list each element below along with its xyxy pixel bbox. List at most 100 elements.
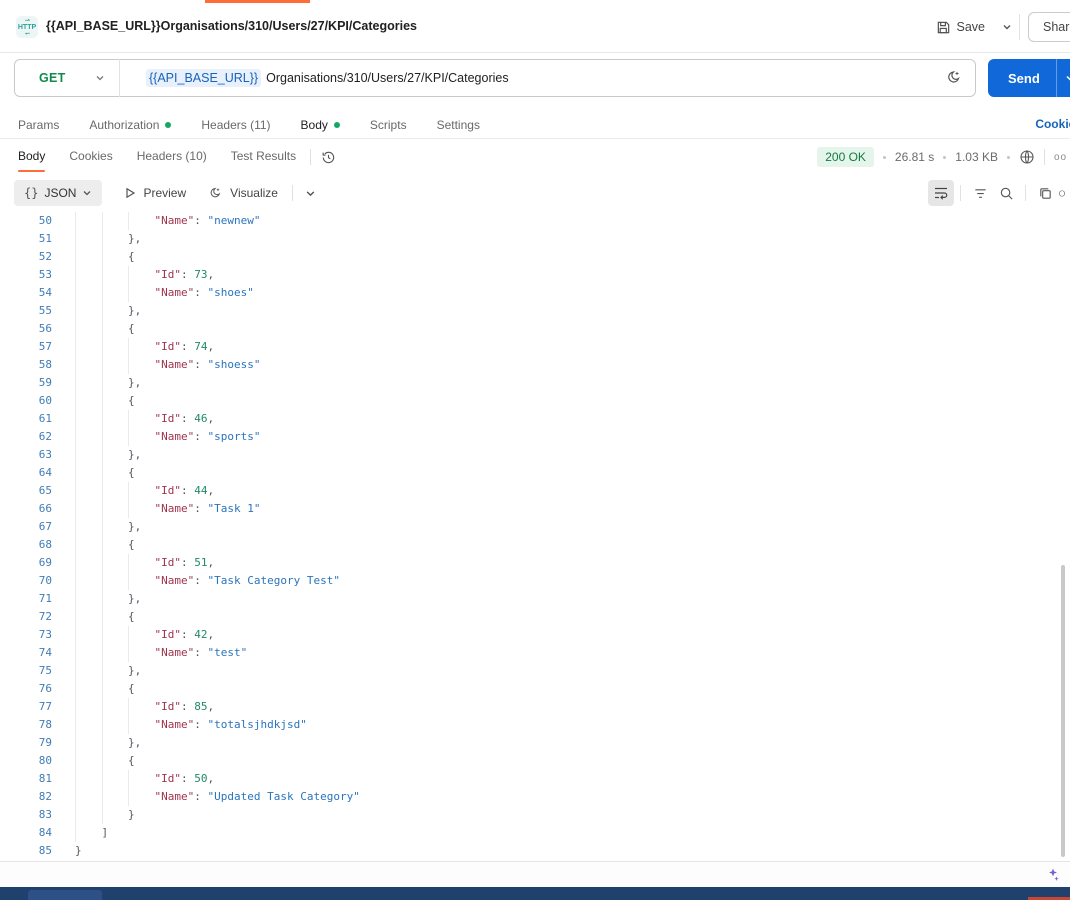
response-time[interactable]: 26.81 s: [895, 150, 934, 164]
line-number[interactable]: 66: [0, 500, 52, 518]
line-number[interactable]: 70: [0, 572, 52, 590]
share-button[interactable]: Share: [1028, 12, 1070, 42]
search-button[interactable]: [993, 180, 1019, 206]
line-number[interactable]: 67: [0, 518, 52, 536]
request-tab-settings[interactable]: Settings: [437, 118, 480, 132]
format-chevron-icon: [84, 191, 91, 196]
line-number[interactable]: 74: [0, 644, 52, 662]
line-number[interactable]: 58: [0, 356, 52, 374]
send-options-chevron-icon[interactable]: [1055, 59, 1070, 97]
request-tab-params[interactable]: Params: [18, 118, 59, 132]
code-line: 68 {: [0, 536, 1070, 554]
response-header: Body Cookies Headers (10) Test Results 200 …: [0, 142, 1070, 172]
indent-guide: [128, 212, 155, 230]
indent-guide: [75, 644, 102, 662]
line-number[interactable]: 73: [0, 626, 52, 644]
json-token-s: "newnew": [207, 214, 261, 227]
line-number[interactable]: 69: [0, 554, 52, 572]
line-number[interactable]: 68: [0, 536, 52, 554]
line-number[interactable]: 54: [0, 284, 52, 302]
method-selector[interactable]: GET: [15, 71, 119, 85]
send-button[interactable]: Send: [988, 59, 1070, 97]
json-token-p: },: [128, 376, 142, 389]
copy-button[interactable]: [1032, 180, 1058, 206]
postbot-floating-icon[interactable]: [1044, 866, 1062, 884]
http-icon-arrow-bottom: ↽: [24, 30, 30, 37]
response-size[interactable]: 1.03 KB: [955, 150, 998, 164]
vertical-scrollbar[interactable]: [1061, 565, 1065, 857]
indent-guide: [128, 338, 155, 356]
line-number[interactable]: 63: [0, 446, 52, 464]
network-globe-icon[interactable]: [1019, 149, 1035, 165]
line-number[interactable]: 59: [0, 374, 52, 392]
cookies-link[interactable]: Cookies: [1035, 117, 1070, 131]
line-number[interactable]: 72: [0, 608, 52, 626]
visualize-button[interactable]: Visualize: [208, 186, 278, 201]
code-line: 54 "Name": "shoes": [0, 284, 1070, 302]
wrap-text-button[interactable]: [928, 180, 954, 206]
line-number[interactable]: 65: [0, 482, 52, 500]
line-number[interactable]: 61: [0, 410, 52, 428]
response-history-icon[interactable]: [321, 150, 336, 165]
viewer-right-tools: [928, 180, 1066, 206]
url-bar: GET {{API_BASE_URL}} Organisations/310/U…: [14, 59, 976, 97]
status-badge[interactable]: 200 OK: [817, 147, 874, 167]
filter-button[interactable]: [967, 180, 993, 206]
line-number[interactable]: 64: [0, 464, 52, 482]
request-tab-body[interactable]: Body: [301, 118, 340, 132]
line-number[interactable]: 71: [0, 590, 52, 608]
line-content: },: [75, 302, 141, 320]
line-number[interactable]: 85: [0, 842, 52, 860]
code-line: 74 "Name": "test": [0, 644, 1070, 662]
viewer-more-chevron-icon[interactable]: [305, 188, 316, 199]
line-number[interactable]: 55: [0, 302, 52, 320]
url-input[interactable]: {{API_BASE_URL}} Organisations/310/Users…: [120, 69, 945, 87]
line-number[interactable]: 76: [0, 680, 52, 698]
indent-guide: [101, 464, 129, 482]
line-number[interactable]: 82: [0, 788, 52, 806]
request-tab-authorization[interactable]: Authorization: [89, 118, 172, 132]
line-number[interactable]: 80: [0, 752, 52, 770]
line-content: {: [75, 536, 135, 554]
line-content: },: [75, 374, 141, 392]
format-selector[interactable]: {} JSON: [14, 180, 103, 206]
line-content: }: [75, 806, 135, 824]
save-options-chevron-icon[interactable]: [1002, 14, 1012, 40]
indent-guide: [101, 410, 129, 428]
request-tabs: Params Authorization Headers (11) Body Scrip…: [0, 111, 1070, 139]
line-number[interactable]: 79: [0, 734, 52, 752]
response-tab-cookies[interactable]: Cookies: [69, 143, 112, 171]
line-number[interactable]: 57: [0, 338, 52, 356]
save-button[interactable]: Save: [936, 14, 985, 40]
line-number[interactable]: 60: [0, 392, 52, 410]
json-token-k: "Id": [154, 628, 182, 641]
line-number[interactable]: 51: [0, 230, 52, 248]
indent-guide: [101, 698, 129, 716]
postbot-sparkle-icon[interactable]: [945, 69, 963, 87]
response-body-json[interactable]: 50 "Name": "newnew" 51}, 52{53 "Id": 73, 54 "N…: [0, 212, 1070, 862]
line-number[interactable]: 81: [0, 770, 52, 788]
response-tab-headers-10-[interactable]: Headers (10): [137, 143, 207, 171]
clean-button-clipped[interactable]: [1058, 180, 1066, 206]
line-number[interactable]: 78: [0, 716, 52, 734]
line-number[interactable]: 56: [0, 320, 52, 338]
line-number[interactable]: 62: [0, 428, 52, 446]
line-number[interactable]: 75: [0, 662, 52, 680]
line-number[interactable]: 52: [0, 248, 52, 266]
save-response-clipped[interactable]: oo: [1054, 152, 1068, 163]
response-tab-test-results[interactable]: Test Results: [231, 143, 296, 171]
request-tab-headers-11-[interactable]: Headers (11): [201, 118, 270, 132]
line-content: "Name": "Task Category Test": [75, 572, 340, 590]
line-number[interactable]: 77: [0, 698, 52, 716]
line-number[interactable]: 84: [0, 824, 52, 842]
response-tab-body[interactable]: Body: [18, 143, 46, 172]
preview-button[interactable]: Preview: [124, 186, 186, 200]
request-tab-scripts[interactable]: Scripts: [370, 118, 407, 132]
indent-guide: [75, 446, 102, 464]
line-number[interactable]: 83: [0, 806, 52, 824]
url-variable-chip[interactable]: {{API_BASE_URL}}: [146, 69, 262, 87]
line-number[interactable]: 50: [0, 212, 52, 230]
line-number[interactable]: 53: [0, 266, 52, 284]
bottom-bar-active-item[interactable]: [28, 890, 102, 900]
code-line: 80 {: [0, 752, 1070, 770]
